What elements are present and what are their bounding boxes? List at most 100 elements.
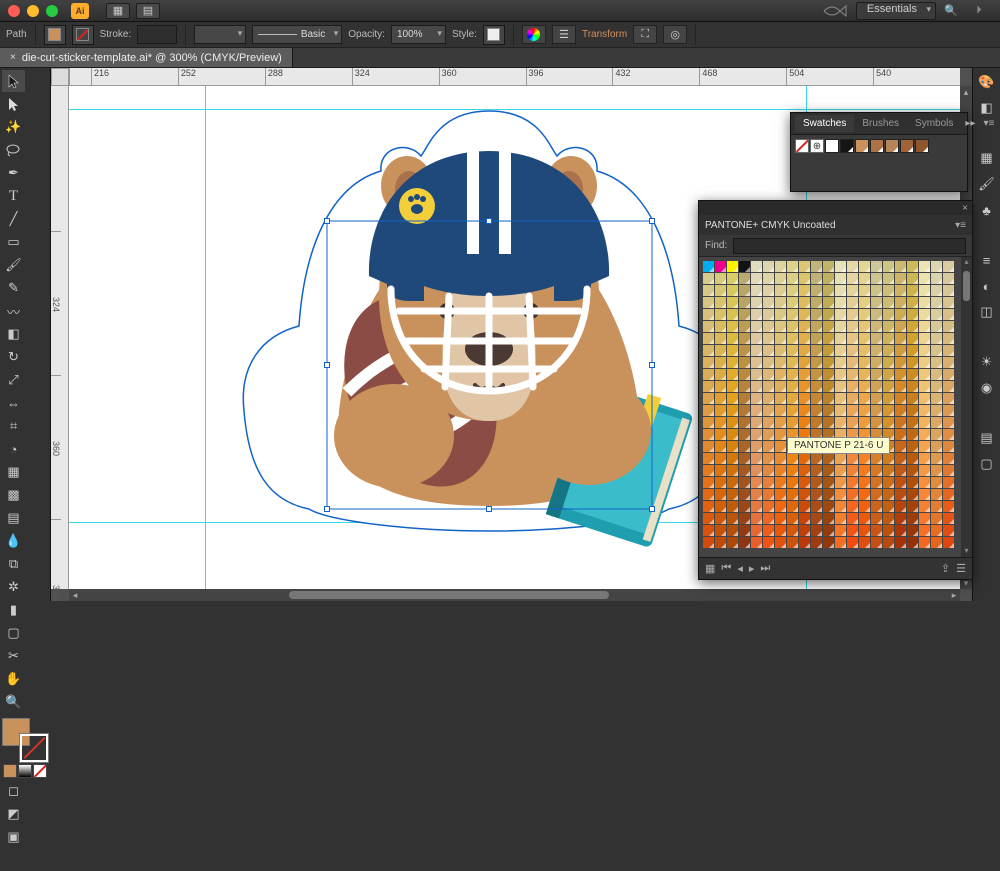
blend-tool[interactable]: ⧉ (2, 553, 25, 575)
pantone-swatch[interactable] (835, 501, 846, 512)
pantone-swatch[interactable] (919, 525, 930, 536)
pantone-swatch[interactable] (799, 537, 810, 548)
document-tab[interactable]: × die-cut-sticker-template.ai* @ 300% (C… (0, 48, 293, 67)
pantone-swatch[interactable] (919, 405, 930, 416)
pantone-swatch[interactable] (739, 441, 750, 452)
pantone-swatch[interactable] (739, 501, 750, 512)
pantone-swatch[interactable] (703, 357, 714, 368)
pantone-swatch[interactable] (931, 309, 942, 320)
cmyk-header-swatch[interactable] (703, 261, 714, 272)
pantone-swatch[interactable] (907, 429, 918, 440)
pantone-swatch[interactable] (799, 381, 810, 392)
scrollbar-horizontal[interactable]: ◂ ▸ (69, 589, 960, 601)
selection-tool[interactable] (2, 70, 25, 92)
pantone-swatch[interactable] (931, 489, 942, 500)
pantone-swatch[interactable] (751, 309, 762, 320)
pantone-swatch[interactable] (931, 441, 942, 452)
pantone-swatch[interactable] (763, 345, 774, 356)
pen-tool[interactable]: ✒ (2, 162, 25, 184)
pantone-swatch[interactable] (895, 453, 906, 464)
pantone-swatch[interactable] (907, 309, 918, 320)
pantone-swatch[interactable] (895, 405, 906, 416)
pantone-swatch[interactable] (943, 477, 954, 488)
pantone-swatch[interactable] (763, 285, 774, 296)
pantone-swatch[interactable] (907, 321, 918, 332)
pantone-swatch[interactable] (751, 285, 762, 296)
pantone-swatch[interactable] (739, 477, 750, 488)
scroll-up-arrow[interactable]: ▴ (960, 86, 972, 98)
pantone-swatch[interactable] (835, 357, 846, 368)
pantone-swatch[interactable] (883, 489, 894, 500)
transform-each-button[interactable]: ⛶ (633, 25, 657, 44)
pantone-swatch[interactable] (895, 285, 906, 296)
pantone-swatch[interactable] (799, 513, 810, 524)
pantone-swatch[interactable] (859, 405, 870, 416)
pantone-swatch[interactable] (931, 477, 942, 488)
pantone-swatch[interactable] (859, 393, 870, 404)
pantone-swatch[interactable] (919, 489, 930, 500)
pantone-swatch[interactable] (703, 513, 714, 524)
pantone-swatch[interactable] (883, 417, 894, 428)
pantone-swatch[interactable] (823, 405, 834, 416)
pantone-swatch[interactable] (859, 261, 870, 272)
pantone-swatch[interactable] (871, 297, 882, 308)
stroke-width-profile[interactable] (194, 25, 246, 44)
pantone-swatch[interactable] (799, 405, 810, 416)
pantone-swatch[interactable] (919, 501, 930, 512)
pantone-swatch[interactable] (739, 537, 750, 548)
scroll-right-arrow[interactable]: ▸ (948, 589, 960, 601)
pantone-swatch[interactable] (715, 273, 726, 284)
pantone-swatch[interactable] (859, 321, 870, 332)
pantone-scrollbar[interactable]: ▴ ▾ (961, 257, 972, 557)
pantone-swatch[interactable] (931, 273, 942, 284)
pantone-swatch[interactable] (847, 321, 858, 332)
pantone-swatch[interactable] (775, 501, 786, 512)
pantone-swatch[interactable] (919, 417, 930, 428)
pantone-swatch[interactable] (823, 273, 834, 284)
pantone-swatch[interactable] (727, 321, 738, 332)
pantone-swatch[interactable] (715, 453, 726, 464)
pantone-swatch[interactable] (703, 501, 714, 512)
pantone-swatch[interactable] (727, 333, 738, 344)
pantone-swatch[interactable] (715, 369, 726, 380)
pantone-swatch[interactable] (931, 537, 942, 548)
pantone-swatch[interactable] (895, 393, 906, 404)
pantone-swatch[interactable] (751, 405, 762, 416)
pantone-swatch[interactable] (907, 453, 918, 464)
pantone-swatch[interactable] (799, 501, 810, 512)
pantone-swatch[interactable] (835, 465, 846, 476)
symbol-sprayer-tool[interactable]: ✲ (2, 576, 25, 598)
selection-handle[interactable] (486, 218, 492, 224)
pantone-swatch[interactable] (775, 333, 786, 344)
pantone-swatch[interactable] (931, 297, 942, 308)
pantone-swatch[interactable] (787, 369, 798, 380)
pantone-swatch[interactable] (835, 285, 846, 296)
pantone-swatch[interactable] (703, 297, 714, 308)
pantone-swatch[interactable] (823, 381, 834, 392)
pantone-swatch[interactable] (847, 333, 858, 344)
pantone-swatch[interactable] (943, 333, 954, 344)
pantone-swatch[interactable] (907, 525, 918, 536)
pantone-swatch[interactable] (739, 405, 750, 416)
pantone-swatch[interactable] (823, 297, 834, 308)
pantone-swatch[interactable] (763, 417, 774, 428)
pantone-swatch[interactable] (703, 369, 714, 380)
recolor-artwork-button[interactable] (522, 25, 546, 44)
pantone-swatch[interactable] (931, 405, 942, 416)
pantone-swatch[interactable] (943, 429, 954, 440)
pantone-swatch[interactable] (943, 513, 954, 524)
pantone-swatch[interactable] (847, 477, 858, 488)
type-tool[interactable]: T (2, 185, 25, 207)
hand-tool[interactable]: ✋ (2, 668, 25, 690)
pantone-swatch[interactable] (919, 273, 930, 284)
pantone-swatch[interactable] (859, 537, 870, 548)
pantone-swatch[interactable] (775, 297, 786, 308)
layers-panel-icon[interactable]: ▤ (977, 428, 997, 448)
pantone-swatch[interactable] (943, 309, 954, 320)
appearance-panel-icon[interactable]: ☀ (977, 352, 997, 372)
pantone-swatch[interactable] (847, 537, 858, 548)
pantone-swatch[interactable] (763, 453, 774, 464)
pantone-swatch[interactable] (763, 501, 774, 512)
pantone-swatch[interactable] (811, 465, 822, 476)
pantone-swatch[interactable] (847, 417, 858, 428)
